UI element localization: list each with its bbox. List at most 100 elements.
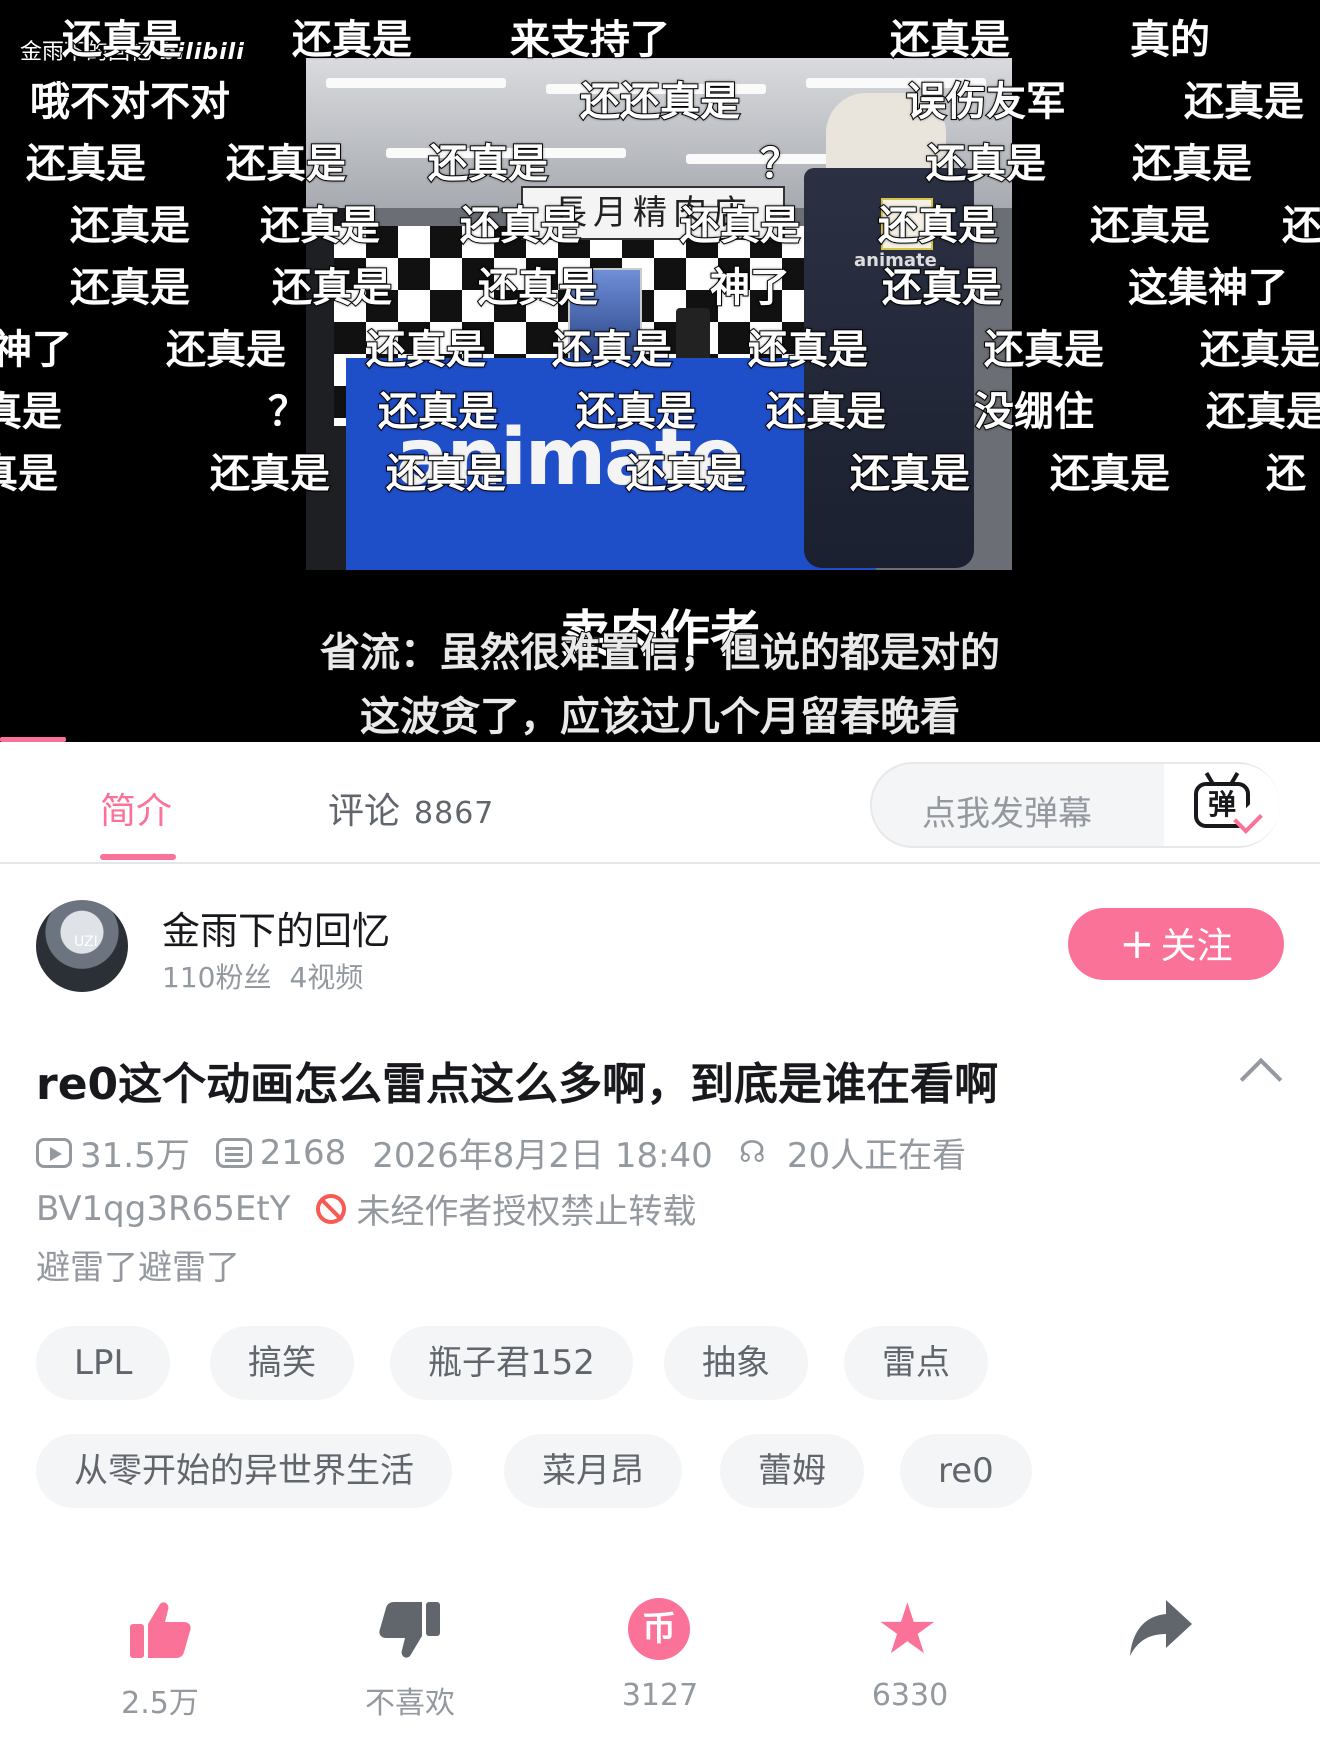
danmaku-comment: 这集神了 (1127, 265, 1289, 311)
dislike-icon (379, 1602, 440, 1658)
watching-icon: ☊ (738, 1134, 766, 1170)
tag-chip[interactable]: 从零开始的异世界生活 (36, 1434, 452, 1508)
danmaku-comment: 来支持了 (509, 17, 671, 63)
danmaku-comment: 还真是 (291, 17, 413, 63)
danmaku-comment: 还真是 (881, 265, 1003, 311)
follow-label: 关注 (1160, 926, 1233, 967)
watching-count: 20人正在看 (786, 1136, 967, 1176)
danmaku-comment: 神了 (0, 327, 73, 373)
danmaku-comment: 真的 (1129, 17, 1211, 63)
favorite-icon: ★ (876, 1588, 939, 1670)
danmaku-comment: 还真是 (209, 451, 331, 497)
danmaku-comment: 还真是 (69, 203, 191, 249)
danmaku-comment: 还 (1265, 451, 1307, 497)
danmaku-comment: 还真是 (25, 141, 147, 187)
coin-icon: 币 (628, 1598, 690, 1660)
uploader-followers: 110粉丝 (162, 961, 272, 994)
coin-icon-wrap: 币 (590, 1594, 730, 1664)
copyright-notice: 未经作者授权禁止转载 (356, 1192, 697, 1232)
tag-chip[interactable]: 雷点 (844, 1326, 988, 1400)
danmaku-comment: ？ (267, 389, 309, 435)
tab-bar: 简介 评论 8867 点我发弹幕 弹 (0, 742, 1320, 864)
danmaku-comment: 还真是 (61, 17, 183, 63)
ceiling-light (326, 78, 506, 88)
favorite-count: 6330 (871, 1678, 949, 1713)
danmaku-comment: 还真是 (259, 203, 381, 249)
danmaku-toggle-button[interactable]: 弹 (1164, 764, 1280, 846)
tag-chip[interactable]: 搞笑 (210, 1326, 354, 1400)
danmaku-input[interactable]: 点我发弹幕 弹 (870, 762, 1280, 848)
tag-chip[interactable]: re0 (900, 1434, 1032, 1508)
play-count-icon (36, 1137, 72, 1168)
video-id-row: BV1qg3R65EtY 未经作者授权禁止转载 (36, 1184, 696, 1233)
danmaku-comment: 还真是 (575, 389, 697, 435)
coin-button[interactable]: 币 3127 (590, 1594, 730, 1713)
tag-chip[interactable]: 菜月昂 (504, 1434, 682, 1508)
plus-icon: + (1119, 919, 1155, 968)
danmaku-comment: 还真是 (225, 141, 347, 187)
uploader-avatar[interactable]: UZI (36, 900, 128, 992)
danmaku-comment: 还真是 (459, 203, 581, 249)
subtitle-line-2: 这波贪了，应该过几个月留春晚看 (359, 693, 961, 741)
tab-comments-label: 评论 (328, 791, 401, 832)
no-repost-icon (316, 1193, 347, 1224)
danmaku-comment: 神了 (709, 265, 791, 311)
view-count: 31.5万 (80, 1136, 190, 1176)
share-button[interactable] (1090, 1594, 1230, 1678)
tab-comments[interactable]: 评论 8867 (328, 782, 494, 834)
favorite-button[interactable]: ★ 6330 (840, 1594, 980, 1713)
danmaku-count-icon (215, 1137, 252, 1168)
like-count: 2.5万 (121, 1686, 199, 1721)
danmaku-count: 2168 (259, 1132, 347, 1173)
tag-chip[interactable]: LPL (36, 1326, 171, 1400)
danmaku-comment: 还真是 (889, 17, 1011, 63)
video-description: 避雷了避雷了 (36, 1248, 240, 1288)
collapse-chevron-icon[interactable] (1239, 1057, 1283, 1101)
tab-intro[interactable]: 简介 (100, 782, 172, 834)
danmaku-comment: 还还真是 (579, 79, 741, 125)
danmaku-comment: 没绷住 (973, 389, 1095, 435)
danmaku-comment: 还真是 (365, 327, 487, 373)
danmaku-comment: 真是 (0, 389, 63, 435)
danmaku-comment: 还真是 (1183, 79, 1305, 125)
subtitle-line-1: 省流：虽然很难置信，但说的都是对的 (319, 629, 1001, 677)
danmaku-comment: 还真是 (765, 389, 887, 435)
video-player[interactable]: 長月精肉店 animate animate 金雨下的回忆 bilibili 还真是… (0, 0, 1320, 742)
danmaku-comment: ？ (759, 141, 801, 187)
dislike-label: 不喜欢 (365, 1686, 455, 1721)
uploader-videos: 4视频 (289, 961, 364, 994)
tag-chip[interactable]: 蕾姆 (720, 1434, 864, 1508)
tag-chip[interactable]: 瓶子君152 (390, 1326, 633, 1400)
dislike-icon-wrap (340, 1594, 480, 1664)
share-icon-wrap (1090, 1594, 1230, 1664)
danmaku-comment: 还真是 (427, 141, 549, 187)
video-title: re0这个动画怎么雷点这么多啊，到底是谁在看啊 (36, 1059, 999, 1110)
danmaku-comment: 还真是 (849, 451, 971, 497)
danmaku-input-placeholder: 点我发弹幕 (922, 794, 1092, 834)
danmaku-comment: 还真是 (477, 265, 599, 311)
tab-comments-count: 8867 (414, 796, 495, 831)
danmaku-comment: 还真是 (69, 265, 191, 311)
danmaku-comment: 还真是 (1131, 141, 1253, 187)
danmaku-comment: 还真是 (877, 203, 999, 249)
danmaku-comment: 还真是 (747, 327, 869, 373)
uploader-stats: 110粉丝 4视频 (162, 956, 363, 996)
danmaku-comment: 还真是 (377, 389, 499, 435)
tag-chip[interactable]: 抽象 (664, 1326, 808, 1400)
video-meta-row: 31.5万 2168 2026年8月2日 18:40 ☊ 20人正在看 (36, 1128, 966, 1177)
danmaku-comment: 真是 (0, 451, 59, 497)
avatar-badge: UZI (74, 934, 98, 950)
like-icon-wrap (90, 1594, 230, 1664)
uploader-name[interactable]: 金雨下的回忆 (162, 900, 390, 955)
bvid[interactable]: BV1qg3R65EtY (36, 1189, 290, 1229)
dislike-button[interactable]: 不喜欢 (340, 1594, 480, 1722)
danmaku-comment: 还真是 (165, 327, 287, 373)
favorite-icon-wrap: ★ (840, 1594, 980, 1664)
coin-count: 3127 (621, 1678, 699, 1713)
danmaku-comment: 还真是 (1049, 451, 1171, 497)
danmaku-comment: 误伤友军 (905, 79, 1067, 125)
tab-intro-underline (100, 854, 176, 860)
like-icon (130, 1602, 191, 1658)
like-button[interactable]: 2.5万 (90, 1594, 230, 1722)
follow-button[interactable]: + 关注 (1068, 908, 1284, 980)
